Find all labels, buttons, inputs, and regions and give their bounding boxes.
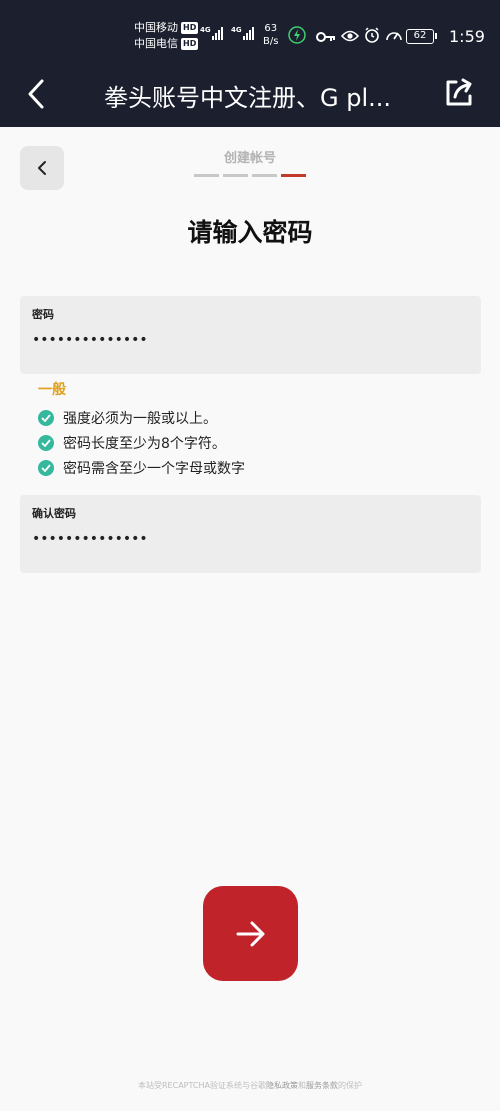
header-back-button[interactable] (18, 76, 54, 112)
password-rules: 强度必须为一般或以上。 密码长度至少为8个字符。 密码需含至少一个字母或数字 (38, 405, 245, 480)
confirm-password-field[interactable]: 确认密码 •••••••••••••• (20, 495, 481, 573)
step-indicator (252, 174, 277, 177)
password-field[interactable]: 密码 •••••••••••••• (20, 296, 481, 374)
carrier-2-name: 中国电信 (134, 37, 178, 50)
confirm-password-value[interactable]: •••••••••••••• (32, 531, 148, 547)
chevron-left-icon (28, 79, 44, 109)
recaptcha-notice: 本站受RECAPTCHA验证系统与谷歌隐私政策和服务条款的保护 (0, 1080, 500, 1091)
step-indicator-active (281, 174, 306, 177)
privacy-policy-link[interactable]: 隐私政策 (266, 1081, 298, 1090)
battery-icon: 62 (406, 29, 437, 44)
password-label: 密码 (32, 308, 54, 321)
rule-text: 密码需含至少一个字母或数字 (63, 460, 245, 477)
confirm-password-label: 确认密码 (32, 507, 76, 520)
network-type-2: 4G (231, 26, 242, 34)
footer-text-and: 和 (298, 1081, 306, 1090)
key-icon (316, 28, 336, 47)
footer-text-suffix: 的保护 (338, 1081, 362, 1090)
footer-text-prefix: 本站受RECAPTCHA验证系统与谷歌 (138, 1081, 266, 1090)
check-circle-icon (38, 459, 54, 476)
network-type-1: 4G (200, 26, 211, 34)
check-circle-icon (38, 409, 54, 426)
hd-badge: HD (181, 38, 199, 50)
alarm-icon (364, 27, 380, 47)
arrow-right-icon (236, 921, 264, 946)
status-bar: 中国移动 HD 中国电信 HD 4G 4G 63 B/s 62 1:59 (0, 18, 500, 56)
top-bar: 中国移动 HD 中国电信 HD 4G 4G 63 B/s 62 1:59 拳头账… (0, 0, 500, 127)
next-button[interactable] (203, 886, 298, 981)
step-label: 创建帐号 (223, 151, 276, 166)
hd-badge: HD (181, 22, 199, 34)
carrier-1-name: 中国移动 (134, 21, 178, 34)
nav-bar: 拳头账号中文注册、G pl... (0, 64, 500, 124)
network-speed-value: 63 (264, 23, 278, 34)
password-strength: 一般 (38, 382, 66, 398)
clock: 1:59 (449, 27, 485, 46)
share-icon (446, 78, 472, 106)
page-heading: 请输入密码 (187, 218, 313, 247)
carrier-info: 中国移动 HD 中国电信 HD (134, 20, 199, 52)
charging-icon (288, 26, 306, 48)
rule-item: 强度必须为一般或以上。 (38, 405, 245, 430)
speedometer-icon (385, 27, 403, 47)
rule-item: 密码长度至少为8个字符。 (38, 430, 245, 455)
status-icons (288, 26, 403, 48)
check-circle-icon (38, 434, 54, 451)
network-speed: 63 B/s (263, 22, 278, 48)
password-value[interactable]: •••••••••••••• (32, 332, 148, 348)
step-indicator (223, 174, 248, 177)
rule-text: 密码长度至少为8个字符。 (63, 435, 226, 452)
share-button[interactable] (440, 74, 478, 112)
terms-of-service-link[interactable]: 服务条款 (306, 1081, 338, 1090)
step-indicator (194, 174, 219, 177)
page-title: 拳头账号中文注册、G pl... (104, 84, 392, 112)
signal-2-icon: 4G (231, 26, 254, 40)
rule-text: 强度必须为一般或以上。 (63, 410, 217, 427)
eye-icon (340, 28, 360, 47)
signal-1-icon: 4G (200, 26, 223, 40)
step-progress (194, 174, 306, 177)
rule-item: 密码需含至少一个字母或数字 (38, 455, 245, 480)
network-speed-unit: B/s (263, 36, 279, 47)
